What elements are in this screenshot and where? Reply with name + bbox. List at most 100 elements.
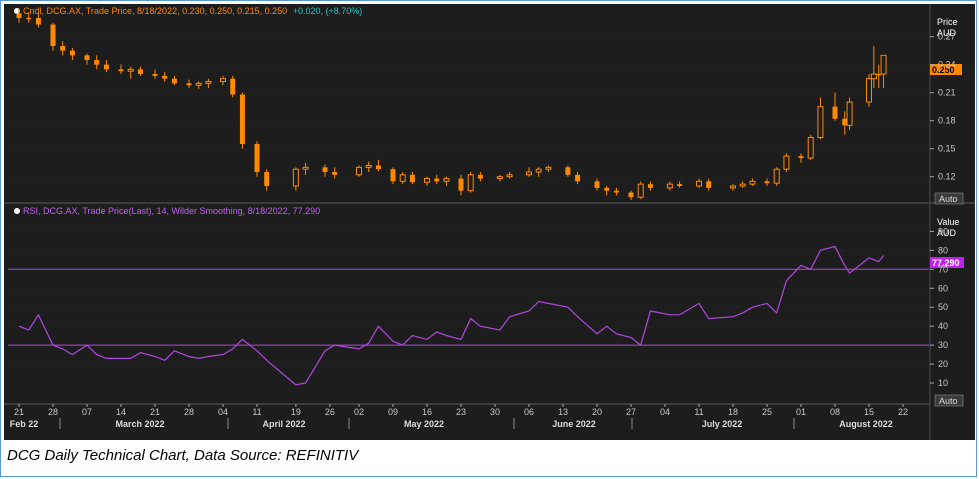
x-day-tick-label: 11 [694, 407, 703, 417]
x-day-tick-label: 21 [150, 407, 160, 417]
rsi-auto-label: Auto [939, 396, 958, 406]
candle-body [880, 54, 887, 75]
candle-body [434, 178, 440, 182]
rsi-tick-label: 90 [938, 226, 948, 236]
candle-body [842, 118, 848, 126]
candle-body [35, 18, 41, 25]
candle-body [365, 164, 372, 168]
candle-body [666, 183, 673, 189]
price-tick-label: 0.18 [938, 116, 956, 126]
candle-body [783, 155, 790, 170]
chart-frame: 0.250 Cndl, DCG.AX, Trade Price, 8/18/20… [0, 0, 977, 477]
x-month-label: Feb 22 [10, 419, 39, 429]
price-auto-label: Auto [939, 194, 958, 204]
x-day-tick-label: 18 [728, 407, 738, 417]
x-day-tick-label: 30 [490, 407, 500, 417]
x-day-tick-label: 19 [291, 407, 301, 417]
grid-layer [4, 4, 975, 440]
candle-body [195, 82, 202, 86]
x-day-tick-label: 02 [354, 407, 364, 417]
candle-body [162, 75, 168, 79]
x-day-tick-label: 04 [660, 407, 670, 417]
x-day-tick-label: 04 [218, 407, 228, 417]
x-day-tick-label: 21 [14, 407, 24, 417]
candle-body [16, 13, 22, 18]
price-tick-label: 0.24 [938, 60, 956, 70]
rsi-tick-label: 10 [938, 378, 948, 388]
x-day-tick-label: 01 [796, 407, 806, 417]
x-day-tick-label: 15 [864, 407, 874, 417]
candle-body [220, 78, 226, 82]
x-day-tick-label: 07 [82, 407, 92, 417]
candle-body [152, 74, 158, 76]
rsi-panel: 77.290 RSI, DCG.AX, Trade Price(Last), 1… [8, 206, 964, 407]
candle-body [807, 136, 814, 159]
candle-body [764, 181, 770, 184]
candle-body [773, 168, 780, 184]
candle-body [647, 184, 653, 188]
candle-body [137, 69, 143, 74]
candle-body [332, 172, 338, 175]
x-month-label: July 2022 [702, 419, 743, 429]
candle-body [94, 60, 100, 65]
rsi-tick-label: 50 [938, 302, 948, 312]
x-day-tick-label: 09 [388, 407, 398, 417]
candle-body [526, 171, 532, 176]
candle-body [239, 94, 245, 144]
rsi-panel-collapse-icon[interactable] [14, 208, 20, 214]
candle-body [477, 174, 483, 179]
x-day-tick-label: 28 [48, 407, 58, 417]
candle-body [506, 174, 513, 178]
candle-body [292, 168, 299, 187]
candle-body [322, 167, 328, 172]
price-header-change: +0.020, (+8.70%) [293, 6, 363, 16]
price-header: Cndl, DCG.AX, Trade Price, 8/18/2022, 0.… [23, 6, 362, 16]
candle-body [375, 165, 381, 170]
candle-body [103, 64, 109, 70]
x-day-tick-label: 22 [898, 407, 908, 417]
candle-body [230, 78, 236, 95]
candle-body [730, 185, 736, 189]
rsi-tick-label: 30 [938, 340, 948, 350]
x-month-label: April 2022 [262, 419, 305, 429]
x-day-tick-label: 08 [830, 407, 840, 417]
candle-body [302, 166, 309, 170]
price-tick-label: 0.27 [938, 32, 956, 42]
candle-body [677, 184, 683, 186]
x-day-tick-label: 20 [592, 407, 602, 417]
candle-body [467, 174, 474, 192]
rsi-tick-label: 70 [938, 264, 948, 274]
x-day-tick-label: 23 [456, 407, 466, 417]
candle-body [798, 156, 804, 158]
x-day-tick-label: 14 [116, 407, 126, 417]
candle-body [575, 174, 581, 182]
price-header-text: Cndl, DCG.AX, Trade Price, 8/18/2022, 0.… [23, 6, 287, 16]
candle-body [832, 106, 838, 119]
rsi-tick-label: 20 [938, 359, 948, 369]
candle-body [205, 80, 212, 84]
candle-body [817, 106, 824, 138]
candle-body [637, 183, 644, 198]
candle-body [594, 181, 600, 188]
chart-caption: DCG Daily Technical Chart, Data Source: … [7, 447, 359, 464]
candle-body [118, 69, 124, 72]
candle-body [356, 166, 362, 176]
candle-body [409, 174, 415, 183]
candle-body [604, 187, 610, 191]
x-month-label: May 2022 [404, 419, 444, 429]
candle-body [749, 180, 756, 185]
candle-body [60, 46, 66, 51]
candle-body [443, 178, 450, 182]
candle-body [876, 74, 882, 76]
x-axis: 21 28 07 14 21 28 04 11 19 26 02 09 16 23 30 06 13 20 27 04… [10, 404, 908, 429]
candle-body [628, 192, 634, 198]
chart-area: 0.250 Cndl, DCG.AX, Trade Price, 8/18/20… [4, 4, 975, 440]
candle-body [26, 18, 32, 20]
x-day-tick-label: 27 [626, 407, 636, 417]
candle-body [706, 181, 712, 188]
candle-body [254, 144, 260, 172]
candle-body [545, 166, 552, 170]
candle-body [186, 83, 192, 86]
candle-body [50, 24, 56, 46]
candle-body [696, 180, 702, 187]
